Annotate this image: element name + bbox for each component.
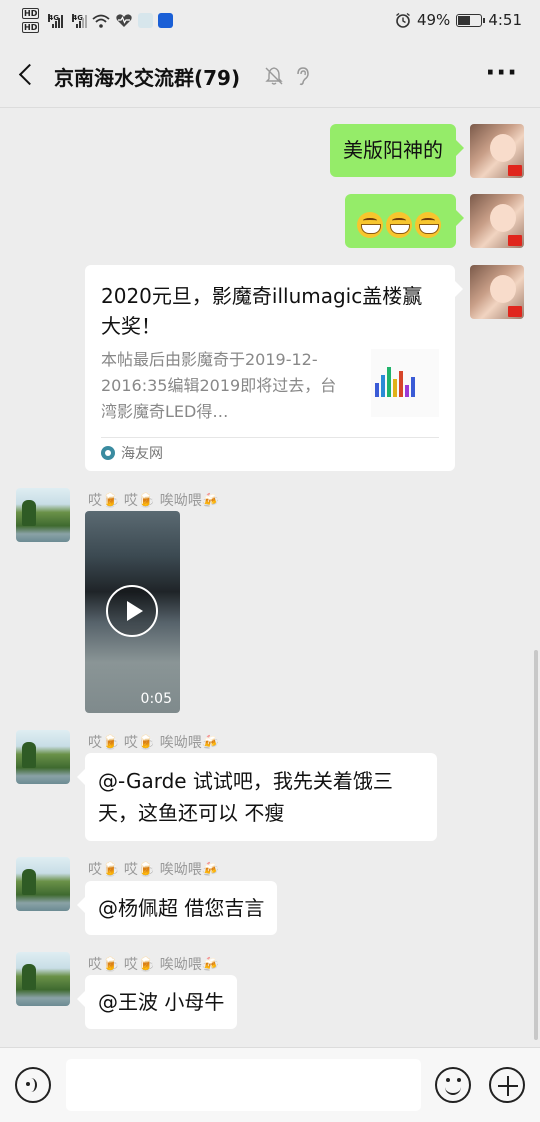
sender-avatar[interactable] [16,857,70,911]
app-notification-icon-2 [158,13,174,28]
sender-avatar[interactable] [16,488,70,542]
more-actions-button[interactable] [489,1067,525,1103]
back-button[interactable] [16,60,40,90]
signal-icon-2: 4G [72,13,88,28]
link-card[interactable]: 2020元旦，影魔奇illumagic盖楼赢大奖！ 本帖最后由影魔奇于2019-… [85,265,463,471]
chat-title[interactable]: 京南海水交流群(79) [54,62,240,91]
message-input[interactable] [66,1059,421,1111]
grinning-face-icon [386,211,412,238]
grinning-face-icon [357,211,383,238]
header-status-icons [264,66,312,86]
sender-name: 哎🍺 哎🍺 唉呦喂🍻 [88,957,220,973]
message-text: @杨佩超 借您吉言 [98,896,265,920]
more-options-button[interactable]: ··· [485,60,518,86]
message-bubble[interactable]: @杨佩超 借您吉言 [76,881,278,935]
my-message-bubble[interactable]: 美版阳神的 [330,124,464,177]
sender-avatar[interactable] [16,730,70,784]
link-card-thumbnail [371,349,439,417]
sender-name: 哎🍺 哎🍺 唉呦喂🍻 [88,493,220,509]
status-right: 49% 4:51 [395,11,522,29]
heart-rate-icon [116,14,133,27]
battery-percent: 49% [416,11,451,29]
wifi-icon [92,14,110,28]
status-bar: HD HD 4G 4G 49% 4:51 [0,0,540,44]
video-duration: 0:05 [140,691,172,707]
mute-bell-icon [265,67,283,85]
play-icon[interactable] [106,585,158,637]
chat-header: 京南海水交流群(79) ··· [0,44,540,108]
sender-name: 哎🍺 哎🍺 唉呦喂🍻 [88,862,220,878]
input-bar [0,1047,540,1122]
hd-badge-2: HD [22,22,40,33]
my-avatar[interactable] [470,124,524,178]
link-card-title: 2020元旦，影魔奇illumagic盖楼赢大奖！ [101,284,423,338]
my-emoji-bubble[interactable] [345,194,464,248]
sender-name: 哎🍺 哎🍺 唉呦喂🍻 [88,735,220,751]
app-notification-icon-1 [138,13,154,28]
scrollbar[interactable] [534,650,538,1040]
emoji-button[interactable] [435,1067,471,1103]
sender-avatar[interactable] [16,952,70,1006]
battery-icon [456,13,486,27]
ear-icon [297,67,309,86]
clock: 4:51 [488,11,522,29]
video-message[interactable]: 0:05 [85,511,180,713]
hd-badges: HD HD [22,8,40,33]
my-avatar[interactable] [470,265,524,319]
message-bubble[interactable]: @-Garde 试试吧，我先关着饿三天，这鱼还可以 不瘦 [77,753,437,841]
message-text: @王波 小母牛 [98,990,225,1014]
voice-input-button[interactable] [15,1067,51,1103]
signal-icon-1: 4G [48,13,64,28]
message-text: 美版阳神的 [343,138,443,162]
divider [101,437,439,438]
link-card-source: 海友网 [101,443,163,463]
hd-badge-1: HD [22,8,40,19]
my-avatar[interactable] [470,194,524,248]
grinning-face-icon [415,211,441,238]
message-bubble[interactable]: @王波 小母牛 [76,975,238,1029]
message-text: @-Garde 试试吧，我先关着饿三天，这鱼还可以 不瘦 [98,769,393,825]
status-left: HD HD 4G 4G [22,8,174,33]
alarm-icon [396,12,410,28]
link-card-description: 本帖最后由影魔奇于2019-12-2016:35编辑2019即将过去，台湾影魔奇… [101,350,337,421]
source-logo-icon [101,446,115,460]
source-name: 海友网 [121,446,163,462]
